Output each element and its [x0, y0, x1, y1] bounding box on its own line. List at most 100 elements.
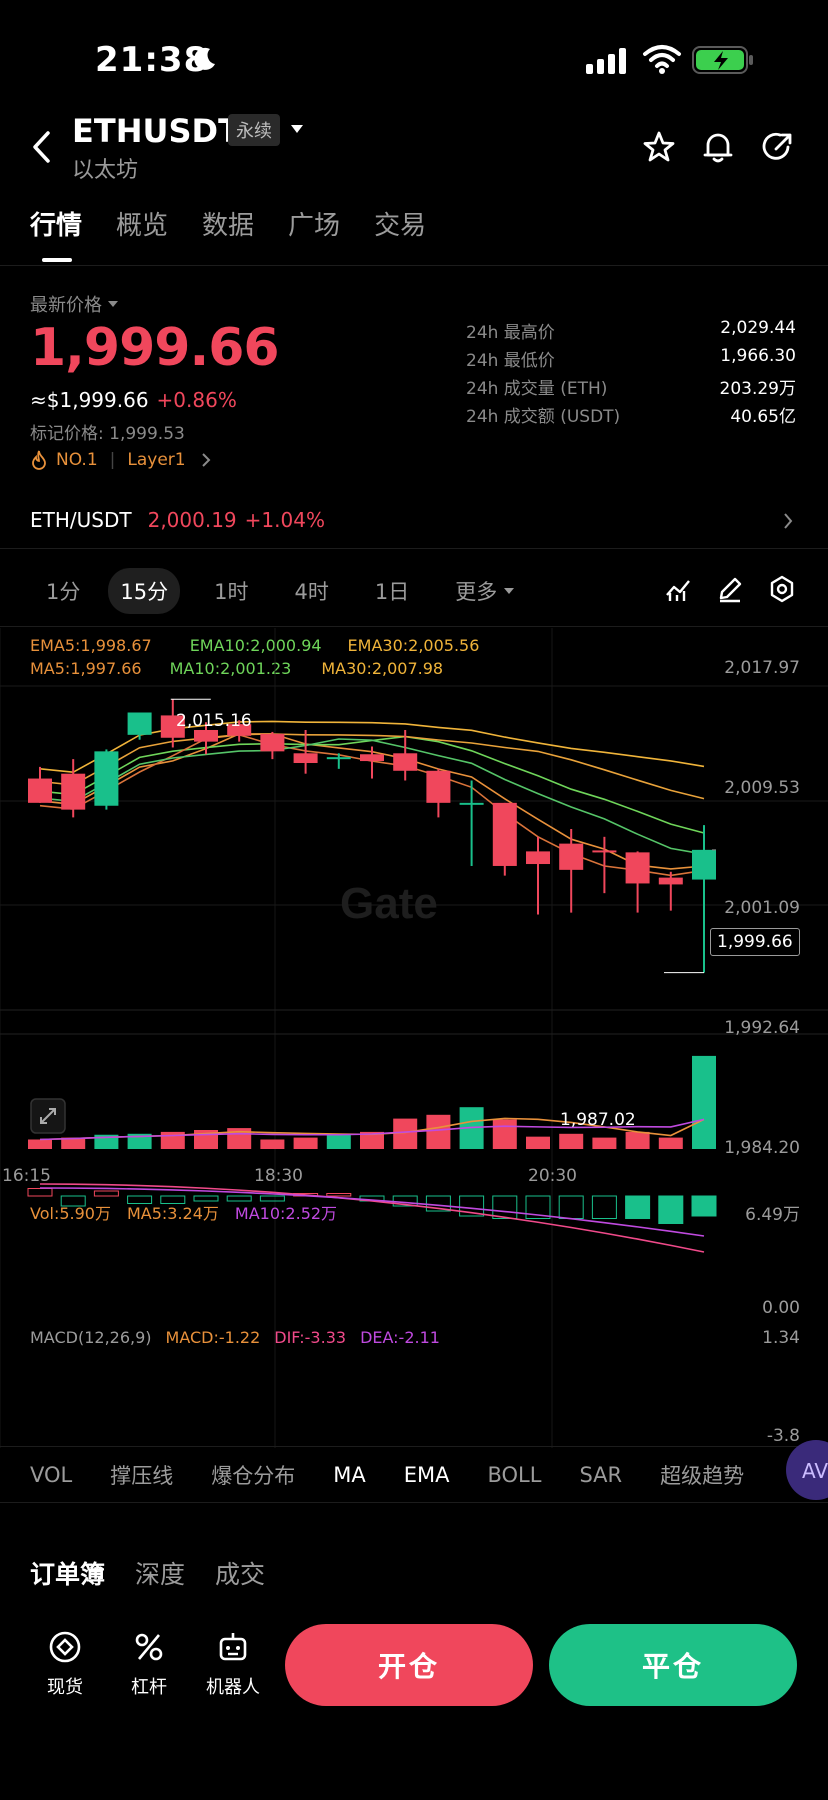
y-tick-2: 2,001.09 — [724, 898, 800, 918]
chevron-right-icon[interactable] — [200, 452, 212, 468]
signal-icon — [586, 48, 626, 74]
macd-bar — [625, 1195, 651, 1219]
spot-icon — [49, 1631, 81, 1663]
dif-value: DIF:-3.33 — [274, 1328, 347, 1347]
active-tab-indicator — [42, 258, 72, 262]
spot-price: 2,000.19 — [147, 508, 237, 532]
latest-price-label-text: 最新价格 — [30, 295, 102, 316]
last-price-tag: 1,999.66 — [710, 928, 800, 956]
volume-bar — [492, 1119, 517, 1149]
x-tick-0: 16:15 — [2, 1166, 51, 1186]
interval-more[interactable]: 更多 — [443, 568, 527, 614]
spot-change: +1.04% — [244, 508, 325, 532]
indicator-chart-icon[interactable] — [664, 575, 692, 603]
interval-4h[interactable]: 4时 — [282, 568, 340, 614]
interval-1m[interactable]: 1分 — [30, 568, 86, 614]
ind-tab-supertrend[interactable]: 超级趋势 — [660, 1460, 744, 1490]
vol-ma5-legend: MA5:3.24万 — [126, 1204, 219, 1223]
latest-price-label[interactable]: 最新价格 — [30, 291, 120, 317]
candle-body — [692, 849, 716, 880]
candle-body — [127, 712, 152, 735]
ind-tab-support[interactable]: 撑压线 — [110, 1460, 173, 1490]
low-annotation: 1,987.02 — [560, 1110, 636, 1130]
volume-bar — [658, 1137, 683, 1149]
draw-pencil-icon[interactable] — [716, 575, 744, 603]
tab-trades[interactable]: 成交 — [215, 1555, 265, 1591]
ind-tab-vol[interactable]: VOL — [30, 1463, 72, 1487]
tab-square[interactable]: 广场 — [288, 205, 340, 242]
open-position-button[interactable]: 开仓 — [285, 1624, 533, 1706]
share-icon[interactable] — [762, 130, 794, 164]
interval-1d[interactable]: 1日 — [363, 568, 421, 614]
candle-body — [393, 753, 418, 771]
bell-alert-icon[interactable] — [702, 130, 734, 164]
dropdown-triangle-icon[interactable] — [290, 124, 304, 134]
tabs-divider — [0, 265, 828, 266]
volume-bar — [326, 1134, 351, 1149]
robot-icon — [219, 1633, 247, 1661]
spot-nav-button[interactable]: 现货 — [30, 1630, 100, 1699]
rank-label[interactable]: NO.1 — [56, 450, 98, 470]
macd-bar — [658, 1195, 684, 1224]
ind-tab-boll[interactable]: BOLL — [487, 1463, 541, 1487]
usd-price: ≈$1,999.66 — [30, 388, 149, 412]
volume-bar — [692, 1055, 716, 1149]
tab-market[interactable]: 行情 — [30, 205, 82, 242]
ind-tab-liquidation[interactable]: 爆仓分布 — [211, 1460, 295, 1490]
usd-price-row: ≈$1,999.66 +0.86% — [30, 388, 237, 412]
tab-orderbook[interactable]: 订单簿 — [30, 1555, 105, 1591]
spot-pair: ETH/USDT — [30, 508, 132, 532]
candle-body — [625, 852, 650, 884]
close-position-button[interactable]: 平仓 — [549, 1624, 797, 1706]
settings-hexagon-icon[interactable] — [768, 575, 796, 603]
tab-overview[interactable]: 概览 — [116, 205, 168, 242]
macd-bar — [27, 1188, 53, 1197]
interval-1h[interactable]: 1时 — [202, 568, 260, 614]
interval-selector: 1分 15分 1时 4时 1日 更多 — [30, 568, 549, 614]
candlestick-chart[interactable]: Gate — [0, 628, 828, 1448]
percent-icon — [135, 1633, 163, 1661]
badge-separator: | — [109, 450, 116, 470]
volume-bar — [559, 1133, 584, 1149]
price-change: +0.86% — [156, 388, 237, 412]
star-favorite-icon[interactable] — [642, 130, 676, 164]
leverage-nav-button[interactable]: 杠杆 — [114, 1630, 184, 1699]
back-arrow-icon[interactable] — [30, 130, 52, 164]
candle-body — [526, 851, 550, 865]
robot-nav-button[interactable]: 机器人 — [198, 1630, 268, 1699]
high-annotation: 2,015.16 — [176, 711, 252, 731]
spot-divider — [0, 548, 828, 549]
spot-chevron-right-icon[interactable] — [782, 512, 794, 530]
interval-15m[interactable]: 15分 — [108, 568, 181, 614]
tab-data[interactable]: 数据 — [202, 205, 254, 242]
robot-nav-label: 机器人 — [206, 1677, 260, 1698]
dea-value: DEA:-2.11 — [360, 1328, 440, 1347]
ind-tab-ema[interactable]: EMA — [404, 1463, 450, 1487]
asset-name: 以太坊 — [72, 158, 139, 183]
ind-tab-sar[interactable]: SAR — [579, 1463, 622, 1487]
symbol-title[interactable]: ETHUSDT — [72, 112, 240, 150]
macd-y-bottom: -3.8 — [766, 1426, 800, 1446]
tab-trade[interactable]: 交易 — [374, 205, 426, 242]
ind-tab-ma[interactable]: MA — [333, 1463, 365, 1487]
expand-chart-icon[interactable] — [30, 1098, 66, 1134]
volume-bar — [526, 1136, 550, 1149]
stat-high-value: 2,029.44 — [720, 318, 796, 338]
candle-body — [94, 751, 119, 806]
moon-icon — [194, 47, 215, 70]
x-tick-2: 20:30 — [528, 1166, 577, 1186]
volume-bars — [28, 1055, 716, 1149]
avatar-bubble[interactable]: AV — [786, 1440, 828, 1500]
spot-pair-row[interactable]: ETH/USDT 2,000.19 +1.04% — [30, 508, 325, 532]
y-tick-0: 2,017.97 — [724, 658, 800, 678]
interval-divider — [0, 626, 828, 627]
contract-type-badge: 永续 — [228, 114, 280, 146]
macd-bar — [558, 1195, 584, 1219]
mark-price: 标记价格: 1,999.53 — [30, 424, 185, 444]
candle-body — [459, 802, 484, 805]
tab-depth[interactable]: 深度 — [135, 1555, 185, 1591]
sector-label[interactable]: Layer1 — [127, 450, 185, 470]
stat-low-value: 1,966.30 — [720, 346, 796, 366]
rank-badges: NO.1 | Layer1 — [30, 449, 212, 471]
macd-bar — [691, 1195, 717, 1217]
